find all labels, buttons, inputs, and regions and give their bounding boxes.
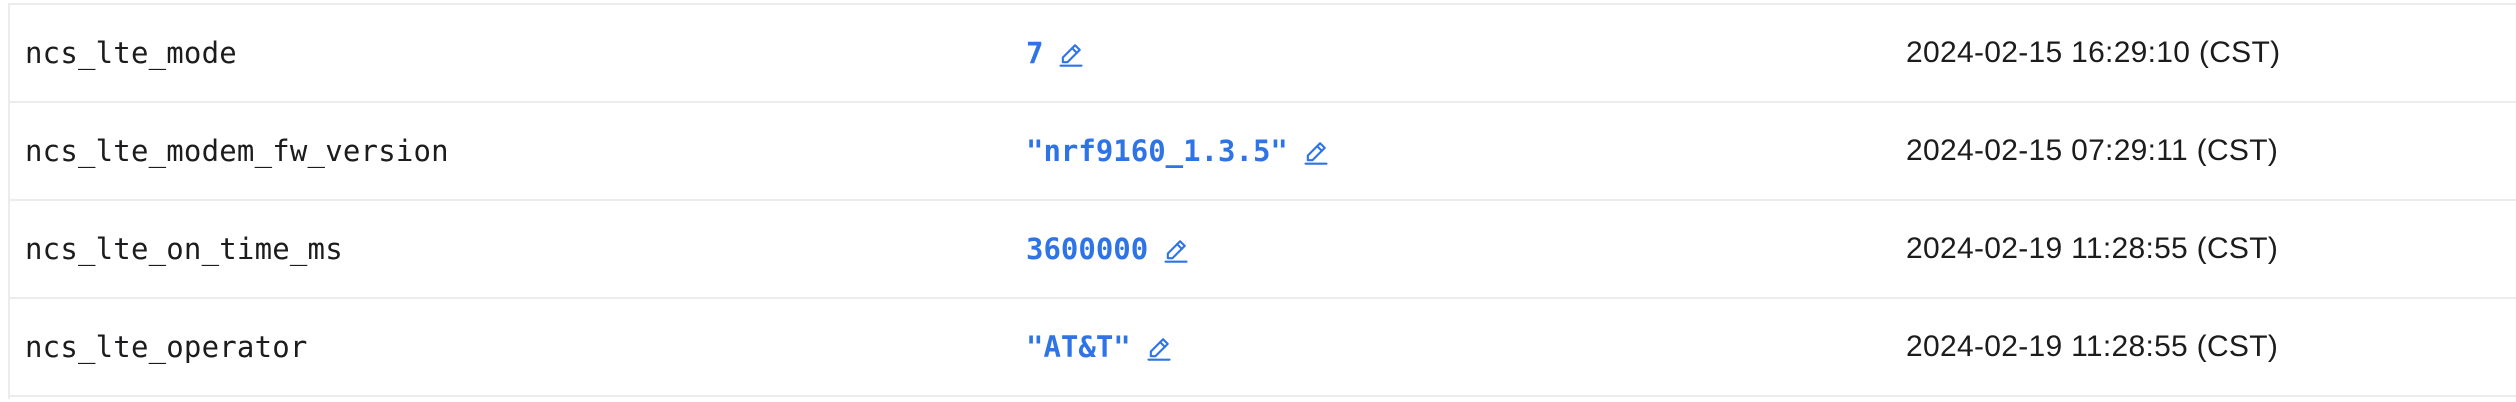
table-row: ncs_lte_mode 7 2024-02-15 16:29:10 (CST) [10,5,2516,103]
value-edit-link[interactable]: 3600000 [1026,201,1190,297]
pencil-icon[interactable] [1162,236,1190,264]
row-updated-time: 2024-02-15 07:29:11 (CST) [1906,134,2279,167]
table-row: ncs_lte_on_time_ms 3600000 2024-02-19 11… [10,201,2516,299]
table-row: ncs_lte_modem_fw_version "nrf9160_1.3.5"… [10,103,2516,201]
value-edit-link[interactable]: "nrf9160_1.3.5" [1026,103,1330,199]
pencil-icon[interactable] [1145,334,1173,362]
row-key: ncs_lte_on_time_ms [25,232,343,266]
row-key: ncs_lte_modem_fw_version [25,134,449,168]
row-updated-time: 2024-02-15 16:29:10 (CST) [1906,36,2281,69]
row-key: ncs_lte_operator [25,330,308,364]
value-edit-link[interactable]: "AT&T" [1026,299,1173,395]
row-value[interactable]: "AT&T" [1026,330,1131,364]
pencil-icon[interactable] [1057,40,1085,68]
row-value[interactable]: 7 [1026,36,1043,70]
pencil-icon[interactable] [1302,138,1330,166]
row-updated-time: 2024-02-19 11:28:55 (CST) [1906,330,2279,363]
row-value[interactable]: "nrf9160_1.3.5" [1026,134,1288,168]
row-updated-time: 2024-02-19 11:28:55 (CST) [1906,232,2279,265]
row-value[interactable]: 3600000 [1026,232,1148,266]
state-table: ncs_lte_mode 7 2024-02-15 16:29:10 (CST)… [8,3,2516,399]
value-edit-link[interactable]: 7 [1026,5,1085,101]
table-row: ncs_lte_operator "AT&T" 2024-02-19 11:28… [10,299,2516,397]
row-key: ncs_lte_mode [25,36,237,70]
